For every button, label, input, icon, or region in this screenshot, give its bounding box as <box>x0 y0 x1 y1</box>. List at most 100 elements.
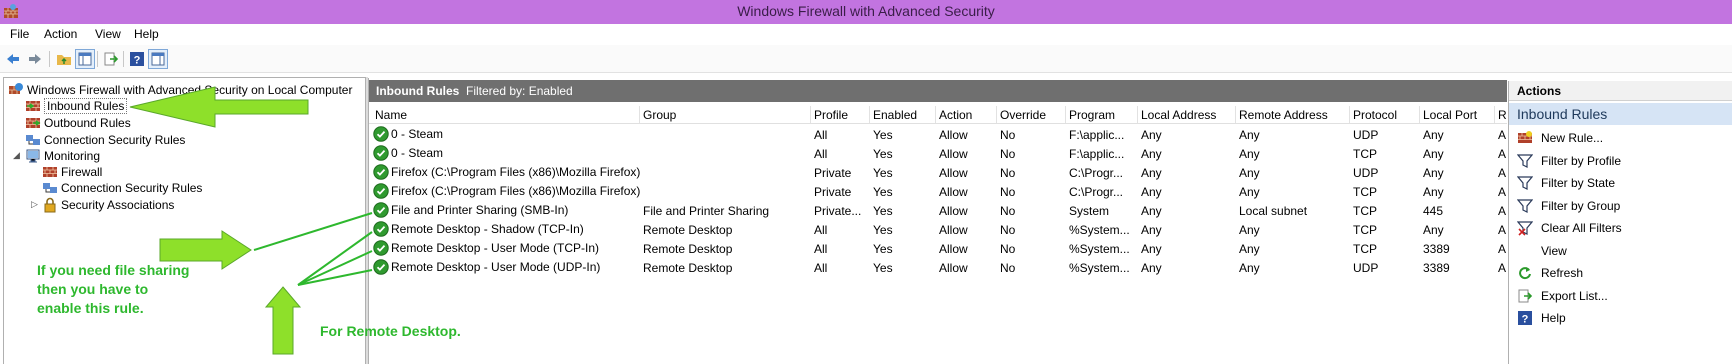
table-cell: %System... <box>1069 261 1130 275</box>
tree-monitoring-connection-security-label: Connection Security Rules <box>61 180 203 195</box>
action-item[interactable]: Export List... <box>1517 286 1608 306</box>
table-cell: Remote Desktop <box>643 261 733 275</box>
security-associations-expand-icon[interactable]: ▷ <box>31 199 38 210</box>
table-cell: Local subnet <box>1239 204 1308 218</box>
help-icon[interactable]: ? <box>127 49 147 69</box>
column-header[interactable]: Action <box>939 108 972 122</box>
column-header[interactable]: Override <box>1000 108 1046 122</box>
tree-inbound-label: Inbound Rules <box>44 97 128 114</box>
table-cell: All <box>814 128 828 142</box>
menu-help[interactable]: Help <box>134 27 159 41</box>
column-divider[interactable] <box>639 106 640 123</box>
column-header[interactable]: R <box>1498 108 1507 122</box>
export-list-icon[interactable] <box>101 49 121 69</box>
column-header[interactable]: Name <box>375 108 407 122</box>
table-cell: Allow <box>939 223 968 237</box>
rule-name: File and Printer Sharing (SMB-In) <box>391 203 569 217</box>
tree-monitoring-firewall[interactable]: Firewall <box>42 163 102 180</box>
action-item[interactable]: New Rule... <box>1517 128 1603 148</box>
rule-name: Remote Desktop - Shadow (TCP-In) <box>391 222 584 236</box>
table-row[interactable]: File and Printer Sharing (SMB-In) File an… <box>369 201 1507 220</box>
tree-monitoring-connection-security[interactable]: Connection Security Rules <box>42 179 202 196</box>
table-cell: All <box>814 242 828 256</box>
table-cell: Allow <box>939 128 968 142</box>
column-divider[interactable] <box>996 106 997 123</box>
column-divider[interactable] <box>1235 106 1236 123</box>
table-cell: Any <box>1423 147 1444 161</box>
table-cell: No <box>1000 147 1016 161</box>
column-header[interactable]: Remote Address <box>1239 108 1328 122</box>
table-cell: Any <box>1239 223 1260 237</box>
table-cell: TCP <box>1353 147 1377 161</box>
column-divider[interactable] <box>1137 106 1138 123</box>
monitoring-expand-icon[interactable]: ◢ <box>13 150 20 161</box>
title-bar: Windows Firewall with Advanced Security <box>0 0 1732 24</box>
action-item[interactable]: ? Help <box>1517 308 1566 328</box>
column-divider[interactable] <box>1419 106 1420 123</box>
column-divider[interactable] <box>869 106 870 123</box>
column-header[interactable]: Profile <box>814 108 848 122</box>
table-cell: A <box>1498 166 1507 180</box>
table-cell: TCP <box>1353 242 1377 256</box>
menu-view[interactable]: View <box>95 27 121 41</box>
table-cell: No <box>1000 242 1016 256</box>
help-icon: ? <box>1518 311 1532 326</box>
tree-outbound-rules[interactable]: Outbound Rules <box>25 114 131 131</box>
back-arrow-icon[interactable] <box>3 49 23 69</box>
column-divider[interactable] <box>1494 106 1495 123</box>
column-divider[interactable] <box>935 106 936 123</box>
table-row[interactable]: Remote Desktop - User Mode (UDP-In) Remot… <box>369 258 1507 277</box>
column-divider[interactable] <box>810 106 811 123</box>
table-cell: File and Printer Sharing <box>643 204 770 218</box>
show-hide-action-pane-icon[interactable] <box>148 49 168 69</box>
table-cell: No <box>1000 223 1016 237</box>
show-hide-console-tree-icon[interactable] <box>75 49 95 69</box>
menu-file[interactable]: File <box>10 27 29 41</box>
tree-security-associations[interactable]: Security Associations <box>42 196 174 213</box>
column-divider[interactable] <box>1349 106 1350 123</box>
column-header[interactable]: Program <box>1069 108 1115 122</box>
table-row[interactable]: Remote Desktop - Shadow (TCP-In) Remote D… <box>369 220 1507 239</box>
table-row[interactable]: 0 - Steam All Yes Allow No F:\applic... Any Any… <box>369 125 1507 144</box>
column-header[interactable]: Local Port <box>1423 108 1477 122</box>
action-item[interactable]: View <box>1517 241 1567 261</box>
new-rule-icon <box>1518 131 1532 143</box>
action-label: New Rule... <box>1541 131 1604 145</box>
table-cell: Any <box>1141 128 1162 142</box>
enabled-check-icon <box>373 221 389 237</box>
action-item[interactable]: Refresh <box>1517 263 1583 283</box>
action-item[interactable]: Filter by Profile <box>1517 151 1621 171</box>
action-item[interactable]: Filter by State <box>1517 173 1615 193</box>
annotation-file-sharing-line1: If you need file sharing <box>37 262 190 278</box>
column-header[interactable]: Enabled <box>873 108 917 122</box>
action-item[interactable]: Filter by Group <box>1517 196 1620 216</box>
table-row[interactable]: Firefox (C:\Program Files (x86)\Mozilla … <box>369 163 1507 182</box>
action-item[interactable]: Clear All Filters <box>1517 218 1622 238</box>
rule-name-cell: Firefox (C:\Program Files (x86)\Mozilla … <box>373 183 640 199</box>
tree-root[interactable]: Windows Firewall with Advanced Security … <box>8 81 352 98</box>
column-header[interactable]: Local Address <box>1141 108 1216 122</box>
tree-monitoring[interactable]: Monitoring <box>25 147 100 164</box>
table-row[interactable]: Remote Desktop - User Mode (TCP-In) Remot… <box>369 239 1507 258</box>
table-cell: Private <box>814 166 852 180</box>
rules-filter-text: Filtered by: Enabled <box>466 84 573 98</box>
table-row[interactable]: Firefox (C:\Program Files (x86)\Mozilla … <box>369 182 1507 201</box>
table-row[interactable]: 0 - Steam All Yes Allow No F:\applic... Any Any… <box>369 144 1507 163</box>
table-cell: Remote Desktop <box>643 242 733 256</box>
toolbar-separator <box>97 51 98 67</box>
up-folder-icon[interactable] <box>54 49 74 69</box>
forward-arrow-icon[interactable] <box>25 49 45 69</box>
column-divider[interactable] <box>1065 106 1066 123</box>
table-cell: No <box>1000 166 1016 180</box>
action-label: Filter by State <box>1541 176 1616 190</box>
tree-connection-security-rules[interactable]: Connection Security Rules <box>25 131 185 148</box>
menu-action[interactable]: Action <box>44 27 77 41</box>
toolbar-separator <box>123 51 124 67</box>
table-cell: Any <box>1423 166 1444 180</box>
tree-security-associations-label: Security Associations <box>61 197 175 212</box>
rules-header-title: Inbound Rules <box>376 84 460 98</box>
column-header[interactable]: Group <box>643 108 676 122</box>
actions-section-header[interactable]: Inbound Rules <box>1509 103 1732 125</box>
tree-inbound-rules[interactable]: Inbound Rules <box>25 97 128 114</box>
column-header[interactable]: Protocol <box>1353 108 1397 122</box>
